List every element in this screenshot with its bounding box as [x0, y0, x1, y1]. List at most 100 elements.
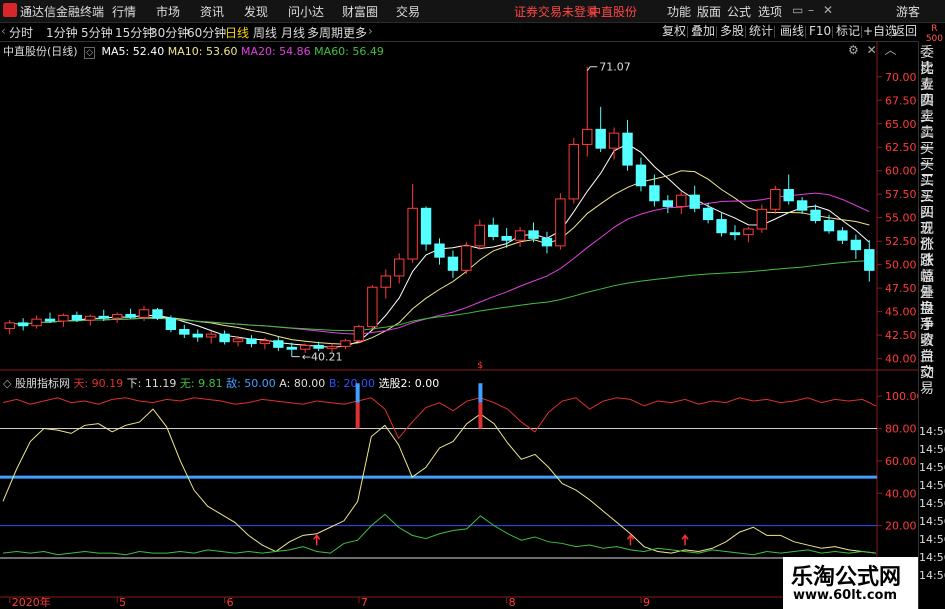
candle-body	[850, 239, 862, 251]
candle-body	[501, 235, 512, 241]
side-time-1: 14:56	[919, 443, 945, 456]
side-time-0: 14:56	[919, 425, 945, 438]
candle-body	[111, 313, 123, 319]
candle-body	[608, 132, 620, 149]
candle-body	[394, 258, 405, 277]
signal-bar-red	[355, 402, 360, 429]
candle-body	[205, 333, 217, 338]
side-time-7: 14:56	[919, 551, 945, 564]
signal-bar-blue	[355, 383, 360, 403]
candle-body	[98, 315, 109, 319]
side-time-4: 14:56	[919, 497, 945, 510]
main-ytick-label: 47.50	[885, 282, 917, 295]
sub-ytick-label: 60.00	[885, 455, 917, 468]
sub-ytick-label: 100.00	[885, 390, 918, 403]
candle-body	[179, 328, 190, 335]
candle-body	[702, 207, 714, 221]
candle-body	[514, 230, 526, 241]
signal-bar-red	[478, 402, 483, 429]
main-ytick-label: 62.50	[885, 141, 917, 154]
candle-body	[810, 209, 821, 222]
main-ytick-label: 55.00	[885, 212, 917, 225]
candle-body	[192, 333, 203, 338]
high-price-label: 71.07	[599, 61, 631, 74]
quote-side-panel: 委比 卖五 卖四 卖三 卖二 卖一 买一 买二 买三 买四 买五 现价 涨跌 涨幅 总量 外盘 换手 净资 收益 自动…	[918, 41, 945, 609]
candle-body	[756, 208, 768, 230]
candle-body	[837, 230, 848, 241]
candle-body	[17, 322, 29, 327]
side-time-5: 14:56	[919, 515, 945, 528]
candle-body	[783, 189, 794, 202]
candle-body	[71, 314, 83, 321]
candle-body	[353, 326, 365, 342]
candle-body	[232, 338, 244, 343]
chart-canvas[interactable]: 70.00 67.50 65.00 62.50 60.00 57.50 55.00 52.50…	[0, 0, 918, 609]
candle-body	[58, 314, 69, 322]
candle-body	[259, 340, 271, 345]
candle-body	[823, 220, 835, 232]
main-ytick-label: 50.00	[885, 259, 917, 272]
low-price-label: ←40.21	[302, 351, 343, 364]
candle-body	[367, 286, 378, 328]
candle-body	[461, 245, 472, 271]
xtick-label: 6	[227, 596, 234, 609]
sub-ytick-label: 40.00	[885, 487, 917, 500]
wu-line	[2, 513, 877, 556]
candle-body	[219, 333, 230, 343]
signal-top-marker: $	[477, 361, 483, 371]
candle-body	[568, 143, 580, 200]
candle-body	[796, 200, 808, 211]
xtick-label: 8	[509, 596, 516, 609]
candle-body	[662, 200, 674, 207]
candle-body	[138, 309, 150, 318]
candle-body	[622, 132, 633, 166]
xtick-label: 5	[119, 596, 126, 609]
candle-body	[649, 185, 660, 202]
main-ytick-label: 52.50	[885, 235, 917, 248]
candle-body	[582, 128, 593, 145]
sub-ytick-label: 20.00	[885, 520, 917, 533]
signal-bar-blue	[478, 383, 483, 403]
candle-body	[286, 346, 297, 350]
candle-body	[4, 322, 15, 330]
candle-body	[864, 249, 875, 271]
candle-body	[676, 194, 687, 207]
ma60-line	[9, 260, 870, 332]
candle-body	[434, 243, 445, 258]
watermark-logo: 乐淘公式网 www.60lt.com	[783, 557, 918, 609]
candle-body	[488, 224, 499, 237]
candle-body	[770, 189, 781, 210]
candle-body	[299, 344, 311, 350]
main-ytick-label: 60.00	[885, 165, 917, 178]
candle-body	[313, 344, 324, 349]
side-time-8: 14:56	[919, 569, 945, 582]
xia-line	[2, 408, 877, 554]
sub-ytick-label: 80.00	[885, 423, 917, 436]
main-ytick-label: 67.50	[885, 94, 917, 107]
candle-body	[31, 318, 42, 327]
main-ytick-label: 57.50	[885, 188, 917, 201]
candle-body	[528, 230, 539, 239]
main-ytick-label: 65.00	[885, 118, 917, 131]
candle-body	[555, 198, 566, 247]
xtick-label: 2020年	[12, 595, 51, 609]
main-ytick-label: 45.00	[885, 306, 917, 319]
candle-body	[273, 340, 284, 348]
candle-body	[340, 340, 351, 347]
candle-body	[635, 164, 647, 187]
side-label-20[interactable]: 交易	[920, 365, 945, 397]
candle-body	[165, 317, 177, 330]
candle-body	[246, 338, 257, 345]
candle-body	[326, 345, 338, 349]
candle-body	[447, 256, 459, 271]
candle-body	[743, 228, 754, 236]
candle-body	[595, 128, 606, 149]
candle-body	[85, 315, 96, 321]
xtick-label: 9	[643, 596, 650, 609]
watermark-url: www.60lt.com	[793, 588, 898, 603]
main-ytick-label: 70.00	[885, 71, 917, 84]
main-ytick-label: 42.50	[885, 329, 917, 342]
candle-body	[474, 224, 485, 247]
side-time-6: 14:56	[919, 533, 945, 546]
candle-body	[44, 318, 56, 322]
